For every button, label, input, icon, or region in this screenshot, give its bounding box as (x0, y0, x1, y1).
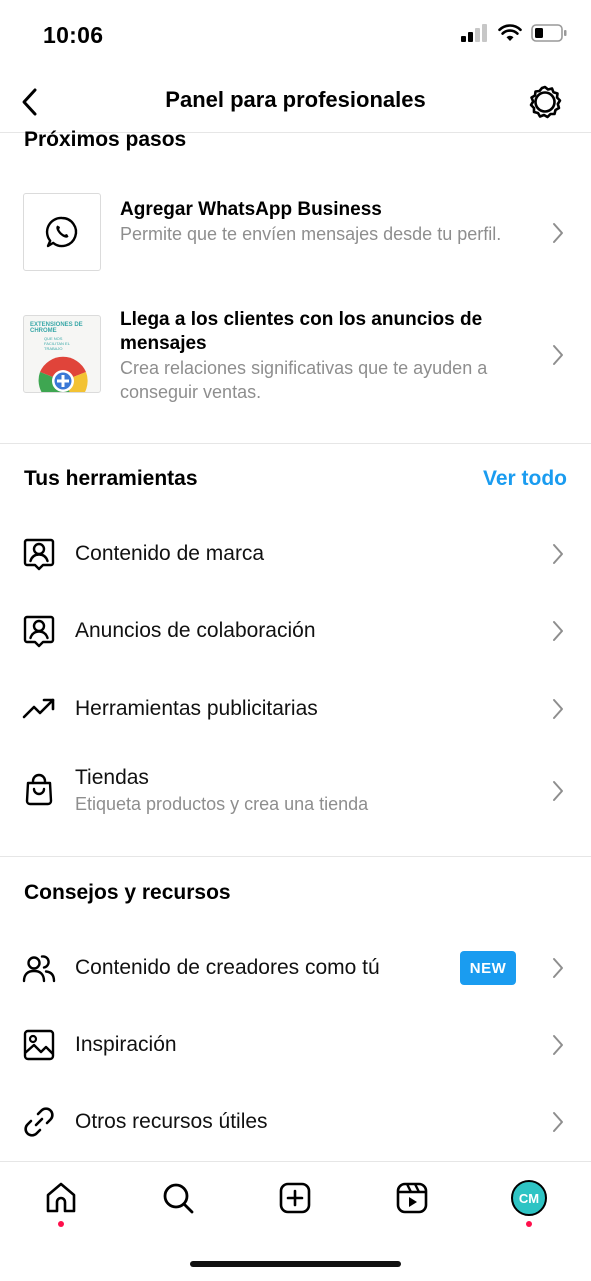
chevron-right-icon (553, 544, 563, 564)
gear-icon (529, 85, 562, 119)
chevron-right-icon (553, 958, 563, 978)
status-time: 10:06 (43, 22, 104, 48)
branded-content-icon (22, 537, 56, 571)
shops-label: Tiendas (75, 766, 149, 789)
section-divider (0, 856, 591, 857)
branded-content-label: Contenido de marca (75, 542, 265, 565)
whatsapp-item-text: Agregar WhatsApp Business Permite que te… (120, 198, 535, 246)
messaging-ads-item-title: Llega a los clientes con los anuncios de… (120, 309, 483, 354)
profile-avatar: CM (511, 1180, 547, 1216)
messaging-ads-item[interactable]: EXTENSIONES DE CHROME QUE NOS FACILITAN … (0, 309, 591, 402)
chevron-right-icon (553, 223, 563, 243)
creator-content-item[interactable]: Contenido de creadores como tú NEW (0, 938, 591, 998)
notification-dot (58, 1221, 64, 1227)
image-icon (22, 1028, 56, 1062)
thumbnail-caption: EXTENSIONES DE CHROME (30, 322, 83, 334)
partnership-ads-label: Anuncios de colaboración (75, 619, 316, 642)
advertising-tools-item[interactable]: Herramientas publicitarias (0, 679, 591, 739)
wifi-icon (498, 24, 522, 41)
inspiration-label: Inspiración (75, 1033, 177, 1056)
chrome-extensions-thumbnail: EXTENSIONES DE CHROME QUE NOS FACILITAN … (23, 315, 101, 393)
partnership-ads-item[interactable]: Anuncios de colaboración (0, 601, 591, 661)
thumbnail-subcaption: QUE NOS FACILITAN EL TRABAJO (44, 336, 70, 351)
messaging-ads-item-description: Crea relaciones significativas que te ay… (120, 358, 488, 402)
link-icon (22, 1105, 56, 1139)
tools-title: Tus herramientas (24, 467, 198, 490)
status-bar: 10:06 (0, 0, 591, 70)
reels-icon (396, 1182, 428, 1214)
page-title: Panel para profesionales (165, 87, 426, 112)
messaging-ads-item-text: Llega a los clientes con los anuncios de… (120, 308, 535, 404)
create-icon (279, 1182, 311, 1214)
whatsapp-item-description: Permite que te envíen mensajes desde tu … (120, 224, 502, 244)
tab-home[interactable] (41, 1178, 81, 1218)
people-icon (22, 951, 56, 985)
whatsapp-item-title: Agregar WhatsApp Business (120, 199, 382, 220)
avatar-initials: CM (518, 1190, 540, 1206)
advertising-tools-label: Herramientas publicitarias (75, 697, 318, 720)
partnership-ads-icon (22, 614, 56, 648)
section-divider (0, 443, 591, 444)
trending-up-icon (22, 692, 56, 726)
tab-create[interactable] (275, 1178, 315, 1218)
notification-dot (526, 1221, 532, 1227)
tips-title: Consejos y recursos (24, 881, 231, 904)
tab-reels[interactable] (392, 1178, 432, 1218)
other-resources-label: Otros recursos útiles (75, 1110, 268, 1133)
shops-sublabel: Etiqueta productos y crea una tienda (75, 794, 369, 814)
whatsapp-icon (45, 216, 78, 248)
system-icons (461, 24, 567, 42)
chevron-right-icon (553, 1112, 563, 1132)
battery-icon (531, 24, 567, 42)
top-navigation-bar: Panel para profesionales (0, 72, 591, 133)
home-indicator (190, 1261, 401, 1267)
branded-content-item[interactable]: Contenido de marca (0, 524, 591, 584)
whatsapp-thumbnail (23, 193, 101, 271)
chevron-right-icon (553, 345, 563, 365)
cellular-signal-icon (461, 24, 487, 42)
next-steps-title: Próximos pasos (24, 128, 187, 151)
chevron-right-icon (553, 699, 563, 719)
search-icon (163, 1183, 194, 1214)
creator-content-label: Contenido de creadores como tú (75, 956, 380, 979)
shops-item[interactable]: Tiendas Etiqueta productos y crea una ti… (0, 756, 591, 826)
other-resources-item[interactable]: Otros recursos útiles (0, 1092, 591, 1152)
chrome-logo-icon (38, 356, 88, 392)
tab-profile[interactable]: CM (509, 1178, 549, 1218)
chevron-right-icon (553, 1035, 563, 1055)
chevron-right-icon (553, 781, 563, 801)
see-all-tools-link[interactable]: Ver todo (483, 467, 567, 491)
tab-search[interactable] (158, 1178, 198, 1218)
chevron-right-icon (553, 621, 563, 641)
add-whatsapp-business-item[interactable]: Agregar WhatsApp Business Permite que te… (0, 193, 591, 273)
inspiration-item[interactable]: Inspiración (0, 1015, 591, 1075)
home-icon (46, 1182, 76, 1213)
new-badge: NEW (460, 951, 516, 985)
shopping-bag-icon (22, 773, 56, 807)
settings-button[interactable] (525, 82, 565, 122)
